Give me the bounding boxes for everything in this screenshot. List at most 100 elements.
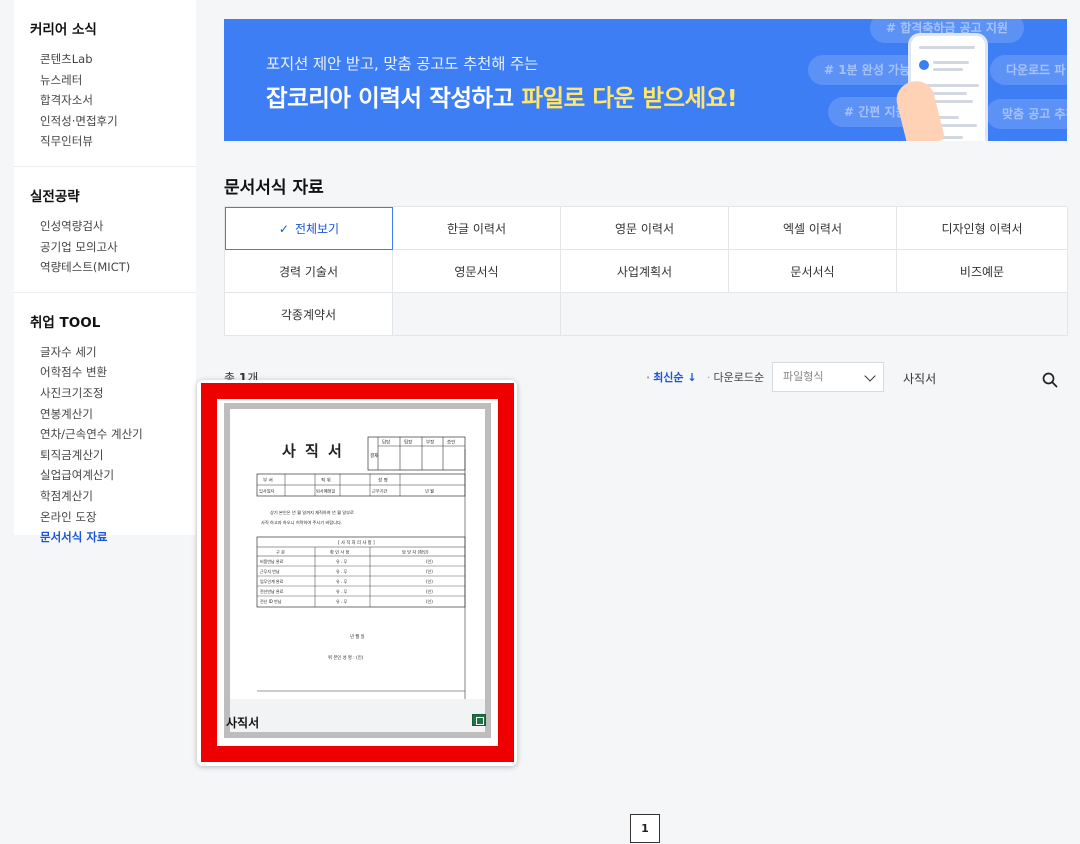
banner-title: 잡코리아 이력서 작성하고 파일로 다운 받으세요! bbox=[266, 79, 738, 113]
avatar bbox=[919, 60, 929, 70]
sidebar-item[interactable]: 직무인터뷰 bbox=[30, 131, 180, 152]
category-tab-label: 디자인형 이력서 bbox=[941, 221, 1023, 236]
svg-text:[ 사 직 처 리 사 항 ]: [ 사 직 처 리 사 항 ] bbox=[338, 539, 375, 546]
doc-table-cell: 유 . 무 bbox=[336, 579, 347, 584]
category-tab-label: 전체보기 bbox=[294, 222, 340, 236]
search-icon[interactable] bbox=[1042, 372, 1058, 388]
sidebar-item[interactable]: 실업급여계산기 bbox=[30, 465, 180, 486]
excel-file-icon bbox=[472, 714, 486, 726]
doc-table-cell: (인) bbox=[426, 558, 433, 564]
sidebar-item[interactable]: 인성역량검사 bbox=[30, 216, 180, 237]
category-tab-label: 영문 이력서 bbox=[614, 221, 674, 236]
svg-text:담당: 담당 bbox=[382, 439, 390, 446]
banner-title-highlight: 파일로 다운 받으세요! bbox=[521, 84, 738, 112]
doc-table-cell: 유 . 무 bbox=[336, 599, 347, 604]
sidebar-item[interactable]: 온라인 도장 bbox=[30, 507, 180, 528]
category-tabs: ✓ 전체보기 한글 이력서 영문 이력서 엑셀 이력서 디자인형 이력서경력 기술서 영문서… bbox=[224, 206, 1068, 336]
svg-text:부장: 부장 bbox=[426, 439, 434, 446]
doc-heading: 사 직 서 bbox=[282, 442, 344, 460]
doc-table-cell: 전산 ID 반납 bbox=[260, 598, 282, 604]
category-tab[interactable]: 디자인형 이력서 bbox=[897, 207, 1068, 250]
category-tab[interactable]: ✓ 전체보기 bbox=[225, 207, 393, 250]
category-tab-label: 엑셀 이력서 bbox=[782, 221, 842, 236]
category-tab-label: 문서서식 bbox=[790, 264, 835, 279]
svg-text:위 본인 성 명 : (인): 위 본인 성 명 : (인) bbox=[328, 654, 364, 661]
doc-table-cell: (인) bbox=[426, 588, 433, 594]
sidebar-group-title: 커리어 소식 bbox=[30, 22, 97, 38]
category-empty-cell bbox=[561, 293, 1068, 336]
sidebar-group-title: 실전공략 bbox=[30, 188, 80, 205]
sidebar-item[interactable]: 사진크기조정 bbox=[30, 383, 180, 404]
sidebar-item[interactable]: 연차/근속연수 계산기 bbox=[30, 424, 180, 445]
svg-text:팀장: 팀장 bbox=[404, 439, 412, 446]
svg-text:승인: 승인 bbox=[447, 439, 455, 446]
page-button-1[interactable]: 1 bbox=[630, 814, 660, 843]
category-tab[interactable]: 각종계약서 bbox=[225, 293, 393, 336]
category-tab-label: 한글 이력서 bbox=[446, 221, 506, 236]
doc-table-cell: 유 . 무 bbox=[336, 569, 347, 574]
svg-text:근무기간: 근무기간 bbox=[372, 488, 388, 495]
category-tab[interactable]: 한글 이력서 bbox=[393, 207, 561, 250]
banner-tag: 맞춤 공고 추천 bbox=[986, 99, 1067, 129]
category-tab[interactable]: 사업계획서 bbox=[561, 250, 729, 293]
doc-table-cell: 유 . 무 bbox=[336, 589, 347, 594]
svg-text:사직 하고자 하오니 허락하여 주시기 바랍니다.: 사직 하고자 하오니 허락하여 주시기 바랍니다. bbox=[261, 519, 342, 526]
document-card[interactable]: 사 직 서 결재 담당 팀장 부장 승인 부 서 직 위 성 명 입사일자 퇴사… bbox=[224, 403, 491, 738]
svg-text:년 월 일: 년 월 일 bbox=[350, 633, 365, 640]
sidebar-item[interactable]: 뉴스레터 bbox=[30, 70, 180, 91]
category-tab[interactable]: 문서서식 bbox=[729, 250, 897, 293]
sidebar-group: 취업 TOOL 글자수 세기 어학점수 변환 사진크기조정 연봉계산기 연차/근속연수 계… bbox=[14, 293, 196, 562]
svg-text:확 인 사 항: 확 인 사 항 bbox=[330, 549, 350, 556]
category-tab-label: 각종계약서 bbox=[280, 307, 337, 322]
svg-text:성 명: 성 명 bbox=[378, 477, 388, 484]
doc-table-cell: (인) bbox=[426, 568, 433, 574]
doc-table-cell: 비품반납 완료 bbox=[260, 558, 284, 564]
sort-download-button[interactable]: · 다운로드순 bbox=[707, 369, 764, 385]
category-tab-label: 경력 기술서 bbox=[278, 264, 338, 279]
sidebar-item[interactable]: 공기업 모의고사 bbox=[30, 237, 180, 258]
sidebar-item[interactable]: 합격자소서 bbox=[30, 90, 180, 111]
sidebar-item[interactable]: 연봉계산기 bbox=[30, 404, 180, 425]
banner-tag: 다운로드 파 bbox=[990, 55, 1067, 85]
category-tab-label: 사업계획서 bbox=[616, 264, 673, 279]
page-title: 문서서식 자료 bbox=[224, 178, 324, 198]
sidebar-item[interactable]: 어학점수 변환 bbox=[30, 362, 180, 383]
doc-table-cell: 유 . 무 bbox=[336, 559, 347, 564]
svg-text:년 월: 년 월 bbox=[425, 488, 434, 495]
sidebar-group: 실전공략인성역량검사 공기업 모의고사 역량테스트(MICT) bbox=[14, 167, 196, 293]
category-tab[interactable]: 경력 기술서 bbox=[225, 250, 393, 293]
doc-table-cell: (인) bbox=[426, 598, 433, 604]
sidebar: 커리어 소식콘텐츠Lab 뉴스레터 합격자소서 인적성·면접후기 직무인터뷰실전공략인성… bbox=[14, 0, 196, 544]
sidebar-item[interactable]: 콘텐츠Lab bbox=[30, 49, 180, 70]
file-type-select[interactable]: 파일형식 bbox=[772, 362, 884, 392]
category-tab[interactable]: 비즈예문 bbox=[897, 250, 1068, 293]
doc-table-cell: (인) bbox=[426, 578, 433, 584]
svg-text:입사일자: 입사일자 bbox=[259, 488, 275, 495]
check-icon: ✓ bbox=[278, 221, 289, 236]
category-tab[interactable]: 영문 이력서 bbox=[561, 207, 729, 250]
doc-table-cell: 근무지 반납 bbox=[260, 568, 280, 574]
banner-title-prefix: 잡코리아 이력서 작성하고 bbox=[266, 84, 522, 112]
doc-table-cell: 전산반납 완료 bbox=[260, 588, 284, 594]
sidebar-item[interactable]: 역량테스트(MICT) bbox=[30, 257, 180, 278]
arrow-down-icon: ↓ bbox=[687, 371, 697, 384]
category-tab[interactable]: 영문서식 bbox=[393, 250, 561, 293]
sidebar-item[interactable]: 문서서식 자료 bbox=[30, 527, 180, 548]
document-title[interactable]: 사직서 bbox=[226, 714, 259, 731]
svg-text:부 서: 부 서 bbox=[263, 477, 273, 484]
sidebar-item[interactable]: 퇴직금계산기 bbox=[30, 445, 180, 466]
search-input[interactable] bbox=[903, 371, 1023, 385]
sidebar-group: 커리어 소식콘텐츠Lab 뉴스레터 합격자소서 인적성·면접후기 직무인터뷰 bbox=[14, 0, 196, 167]
doc-approval-label: 결재 bbox=[370, 452, 378, 459]
chevron-down-icon bbox=[864, 370, 876, 382]
category-tab-label: 비즈예문 bbox=[959, 264, 1005, 279]
sidebar-item[interactable]: 학점계산기 bbox=[30, 486, 180, 507]
category-tab[interactable]: 엑셀 이력서 bbox=[729, 207, 897, 250]
highlight-border: 사 직 서 결재 담당 팀장 부장 승인 부 서 직 위 성 명 입사일자 퇴사… bbox=[201, 383, 514, 762]
category-empty-cell bbox=[393, 293, 561, 336]
sidebar-item[interactable]: 글자수 세기 bbox=[30, 342, 180, 363]
svg-text:구 분: 구 분 bbox=[276, 550, 285, 556]
promo-banner[interactable]: 포지션 제안 받고, 맞춤 공고도 추천해 주는 잡코리아 이력서 작성하고 파… bbox=[224, 19, 1067, 141]
sidebar-item[interactable]: 인적성·면접후기 bbox=[30, 111, 180, 132]
sort-latest-button[interactable]: · 최신순 ↓ bbox=[646, 369, 697, 385]
